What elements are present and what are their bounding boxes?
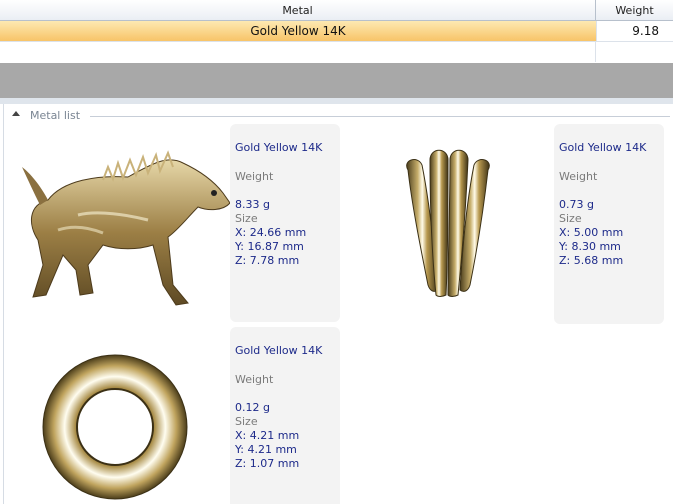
- weight-label: Weight: [235, 170, 274, 183]
- metal-name: Gold Yellow 14K: [559, 141, 647, 154]
- column-header-metal[interactable]: Metal: [0, 0, 596, 20]
- size-x: X: 4.21 mm: [235, 429, 300, 442]
- weight-value: 8.33 g: [235, 198, 270, 211]
- prong-setting-icon[interactable]: [400, 145, 510, 300]
- metal-card-2[interactable]: Gold Yellow 14K Weight 0.73 g Size X: 5.…: [554, 124, 664, 324]
- panel-border: [3, 104, 4, 504]
- column-divider: [595, 41, 596, 62]
- metal-grid: Metal Weight Gold Yellow 14K 9.18: [0, 0, 673, 62]
- size-y: Y: 8.30 mm: [559, 240, 621, 253]
- size-x: X: 24.66 mm: [235, 226, 307, 239]
- metal-list-header[interactable]: Metal list: [10, 108, 670, 124]
- metal-name: Gold Yellow 14K: [235, 141, 323, 154]
- metal-card-3[interactable]: Gold Yellow 14K Weight 0.12 g Size X: 4.…: [230, 327, 340, 504]
- weight-value: 0.12 g: [235, 401, 270, 414]
- size-label: Size: [235, 415, 258, 428]
- hyena-model-icon[interactable]: [18, 145, 233, 310]
- group-divider: [90, 116, 670, 117]
- cell-metal: Gold Yellow 14K: [250, 24, 346, 38]
- weight-label: Weight: [559, 170, 598, 183]
- size-y: Y: 4.21 mm: [235, 443, 297, 456]
- grid-header: Metal Weight: [0, 0, 673, 21]
- size-y: Y: 16.87 mm: [235, 240, 304, 253]
- metal-card-1[interactable]: Gold Yellow 14K Weight 8.33 g Size X: 24…: [230, 124, 340, 322]
- column-header-weight[interactable]: Weight: [596, 0, 673, 20]
- cell-weight: 9.18: [596, 21, 673, 41]
- weight-label: Weight: [235, 373, 274, 386]
- empty-grid-area: [0, 63, 673, 98]
- size-z: Z: 7.78 mm: [235, 254, 300, 267]
- group-title: Metal list: [30, 108, 85, 124]
- table-row-selected[interactable]: Gold Yellow 14K 9.18: [0, 21, 673, 41]
- metal-name: Gold Yellow 14K: [235, 344, 323, 357]
- size-label: Size: [559, 212, 582, 225]
- collapse-triangle-icon[interactable]: [12, 111, 20, 116]
- weight-value: 0.73 g: [559, 198, 594, 211]
- size-z: Z: 1.07 mm: [235, 457, 300, 470]
- ring-torus-icon[interactable]: [40, 345, 190, 504]
- size-label: Size: [235, 212, 258, 225]
- size-x: X: 5.00 mm: [559, 226, 624, 239]
- size-z: Z: 5.68 mm: [559, 254, 624, 267]
- table-row-empty[interactable]: [0, 41, 673, 62]
